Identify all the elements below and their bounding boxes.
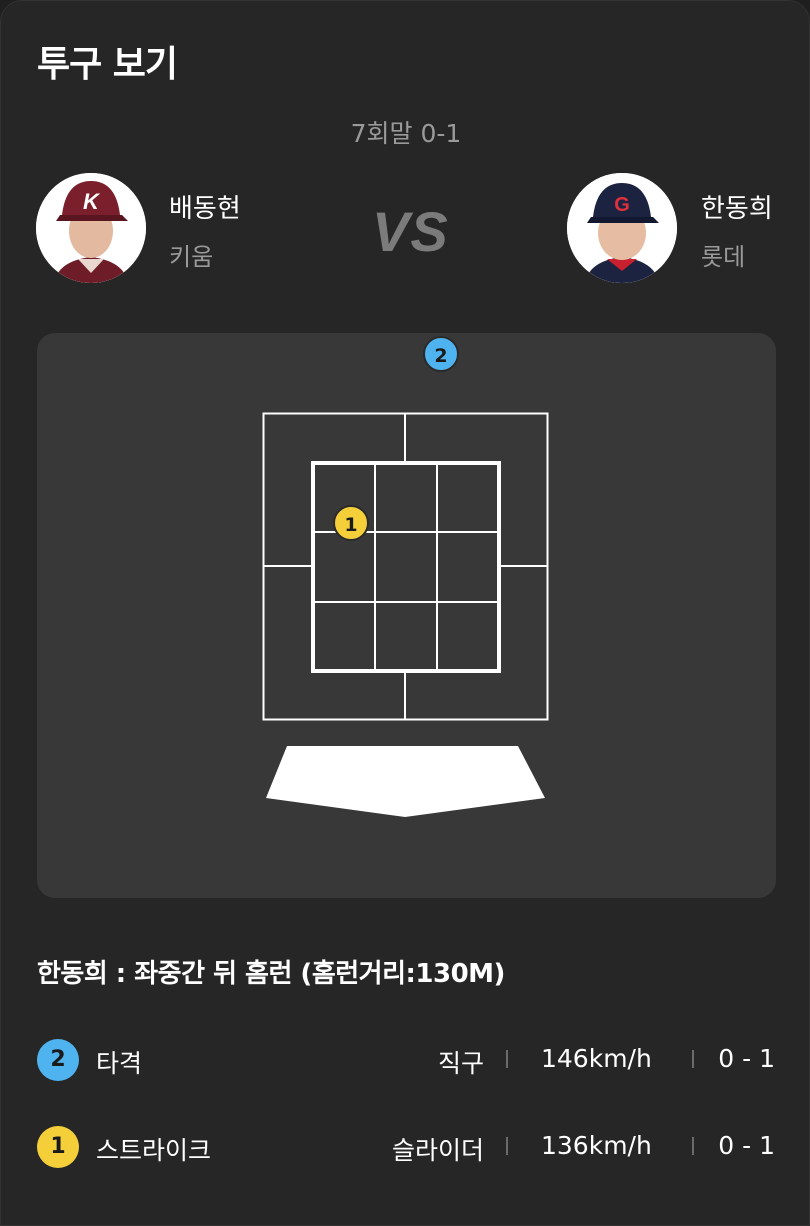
pitcher-cap-letter: K	[83, 189, 101, 214]
pitch-type: 슬라이더	[391, 1136, 484, 1165]
home-plate	[266, 746, 545, 817]
at-bat-result: 한동희 : 좌중간 뒤 홈런 (홈런거리:130M)	[37, 959, 505, 989]
ball-strike-count: 0 - 1	[718, 1044, 775, 1073]
pitch-speed: 146km/h	[541, 1044, 652, 1073]
pitch-marker-2[interactable]: 2	[423, 336, 459, 372]
pitch-result-label: 타격	[96, 1049, 143, 1078]
batter-cap-letter: G	[614, 194, 630, 216]
pitcher-avatar[interactable]: K	[36, 173, 146, 283]
pitch-type: 직구	[437, 1049, 484, 1078]
divider	[692, 1050, 694, 1068]
pitch-view-card: 투구 보기 7회말 0-1 K 배동현 키움 VS G 한동희 롯데 2 1 한…	[0, 0, 810, 1226]
divider	[506, 1050, 508, 1068]
page-title: 투구 보기	[37, 44, 178, 85]
pitcher-team: 키움	[169, 243, 214, 271]
strike-zone-panel: 2 1	[37, 333, 776, 898]
pitch-row[interactable]: 1 스트라이크 슬라이더 136km/h 0 - 1	[1, 1123, 810, 1173]
pitch-marker-1[interactable]: 1	[333, 505, 369, 541]
inning-score: 7회말 0-1	[350, 119, 462, 148]
vs-label: VS	[372, 200, 449, 263]
pitch-row[interactable]: 2 타격 직구 146km/h 0 - 1	[1, 1036, 810, 1086]
pitch-result-label: 스트라이크	[96, 1136, 212, 1165]
strike-zone-graphic	[262, 412, 549, 817]
pitch-speed: 136km/h	[541, 1131, 652, 1160]
divider	[692, 1137, 694, 1155]
batter-avatar[interactable]: G	[567, 173, 677, 283]
batter-name: 한동희	[701, 194, 773, 224]
ball-strike-count: 0 - 1	[718, 1131, 775, 1160]
divider	[506, 1137, 508, 1155]
batter-team: 롯데	[701, 243, 746, 271]
pitcher-name: 배동현	[169, 194, 241, 224]
pitch-number-badge: 1	[37, 1126, 79, 1168]
pitch-number-badge: 2	[37, 1039, 79, 1081]
